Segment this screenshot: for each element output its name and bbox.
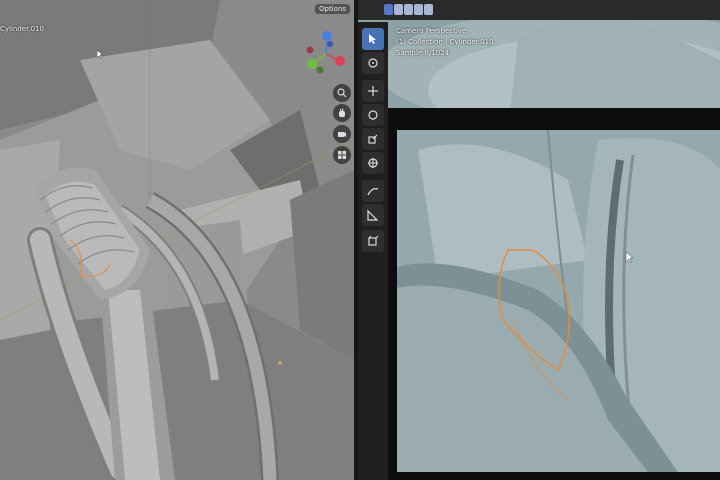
- collection-label: (1) Collection | Cylinder.010: [396, 38, 494, 46]
- blender-window: Options Cylinder.010 Camera Perspective …: [0, 0, 720, 480]
- camera-frame-top: [388, 108, 720, 130]
- transform-icon[interactable]: [362, 152, 384, 174]
- move-icon[interactable]: [362, 80, 384, 102]
- viewport-header: [358, 0, 720, 20]
- rotate-icon[interactable]: [362, 104, 384, 126]
- grid-icon[interactable]: [333, 146, 351, 164]
- scale-icon[interactable]: [362, 128, 384, 150]
- view-name: Camera Perspective: [396, 27, 467, 35]
- mouse-cursor-icon: [97, 50, 104, 60]
- camera-frame-bottom: [388, 472, 720, 480]
- add-cube-icon[interactable]: [362, 230, 384, 252]
- select-box-icon[interactable]: [362, 28, 384, 50]
- sample-count: Sample 8/1024: [396, 49, 450, 57]
- cursor-icon[interactable]: [362, 52, 384, 74]
- edge-mode-icon[interactable]: [394, 4, 403, 15]
- navigation-gizmo[interactable]: [300, 28, 352, 80]
- tool-shelf: [358, 22, 388, 480]
- left-viewport-object-label: Cylinder.010: [0, 25, 44, 33]
- camera-icon[interactable]: [333, 125, 351, 143]
- xray-mode-icon[interactable]: [424, 4, 433, 15]
- vertex-mode-icon[interactable]: [384, 4, 393, 15]
- right-3d-viewport[interactable]: Camera Perspective (1) Collection | Cyli…: [358, 0, 720, 480]
- hand-pan-icon[interactable]: [333, 104, 351, 122]
- render-info-overlay: Camera Perspective (1) Collection | Cyli…: [396, 26, 494, 59]
- camera-frame-left: [388, 108, 397, 480]
- measure-icon[interactable]: [362, 204, 384, 226]
- options-button[interactable]: Options: [314, 4, 350, 14]
- zoom-icon[interactable]: [333, 84, 351, 102]
- select-mode-icons[interactable]: [384, 4, 433, 15]
- left-3d-viewport[interactable]: Options Cylinder.010: [0, 0, 354, 480]
- face-mode-icon[interactable]: [404, 4, 413, 15]
- overlay-mode-icon[interactable]: [414, 4, 423, 15]
- right-render-scene[interactable]: [358, 0, 720, 480]
- annotate-icon[interactable]: [362, 180, 384, 202]
